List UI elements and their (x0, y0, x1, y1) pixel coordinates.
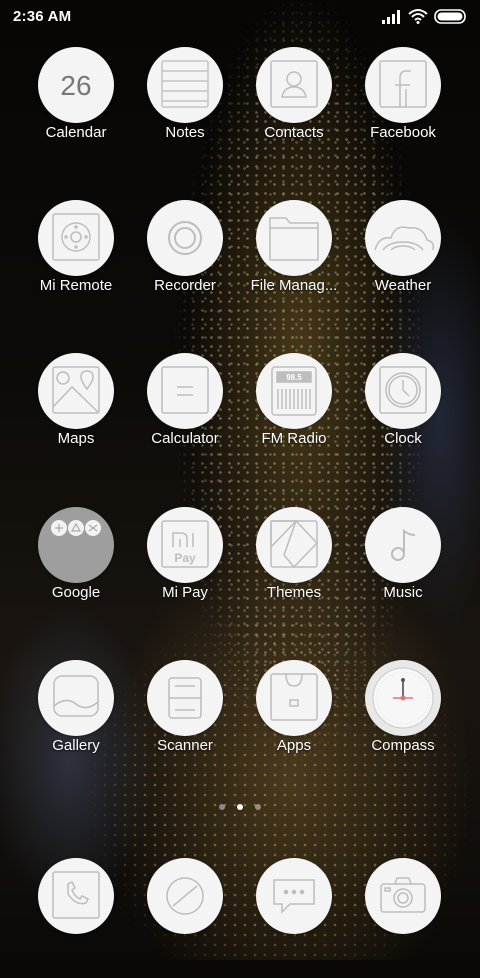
wifi-icon (408, 9, 428, 24)
app-weather[interactable]: Weather (348, 200, 458, 320)
gallery-icon (38, 660, 114, 736)
app-scanner[interactable]: Scanner (130, 660, 240, 780)
compass-icon (365, 660, 441, 736)
app-label: Google (51, 584, 101, 601)
app-label: Contacts (264, 124, 324, 141)
page-dot[interactable] (255, 804, 261, 810)
app-fm-radio[interactable]: 98.5 FM Radio (239, 353, 349, 473)
app-label: Notes (165, 124, 205, 141)
app-label: Music (383, 584, 423, 601)
app-calendar[interactable]: 26 Calendar (21, 47, 131, 167)
app-label: File Manag... (250, 277, 338, 294)
calendar-date-text: 26 (60, 70, 91, 101)
page-indicator (0, 804, 480, 810)
app-label: Mi Pay (162, 584, 208, 601)
page-dot[interactable] (219, 804, 225, 810)
app-label: Compass (371, 737, 435, 754)
app-label: Themes (266, 584, 322, 601)
app-themes[interactable]: Themes (239, 507, 349, 627)
app-google-folder[interactable]: Google (21, 507, 131, 627)
maps-icon (38, 353, 114, 429)
dock-phone[interactable] (21, 858, 131, 978)
app-compass[interactable]: Compass (348, 660, 458, 780)
app-apps-store[interactable]: Apps (239, 660, 349, 780)
app-mi-pay[interactable]: Pay Mi Pay (130, 507, 240, 627)
app-label: Apps (276, 737, 312, 754)
app-label: Facebook (370, 124, 436, 141)
clock-icon (365, 353, 441, 429)
app-label: Mi Remote (39, 277, 113, 294)
status-time: 2:36 AM (13, 8, 72, 25)
app-label: Clock (384, 430, 422, 447)
app-music[interactable]: Music (348, 507, 458, 627)
recorder-icon (147, 200, 223, 276)
app-clock[interactable]: Clock (348, 353, 458, 473)
shopping-bag-icon (256, 660, 332, 736)
app-notes[interactable]: Notes (130, 47, 240, 167)
calculator-icon (147, 353, 223, 429)
app-label: Recorder (154, 277, 216, 294)
app-label: Maps (57, 430, 95, 447)
app-label: Calendar (45, 124, 107, 141)
app-mi-remote[interactable]: Mi Remote (21, 200, 131, 320)
themes-icon (256, 507, 332, 583)
remote-icon (38, 200, 114, 276)
mi-pay-badge-text: Pay (174, 551, 196, 565)
app-gallery[interactable]: Gallery (21, 660, 131, 780)
app-facebook[interactable]: Facebook (348, 47, 458, 167)
app-recorder[interactable]: Recorder (130, 200, 240, 320)
dock-messaging[interactable] (239, 858, 349, 978)
music-note-icon (365, 507, 441, 583)
contacts-icon (256, 47, 332, 123)
dock-camera[interactable] (348, 858, 458, 978)
battery-icon (434, 9, 466, 24)
app-label: Weather (374, 277, 432, 294)
radio-frequency-text: 98.5 (286, 373, 302, 382)
facebook-icon (365, 47, 441, 123)
weather-icon (365, 200, 441, 276)
google-folder-icon (38, 507, 114, 583)
camera-icon (365, 858, 441, 934)
dock-browser[interactable] (130, 858, 240, 978)
app-label: FM Radio (261, 430, 327, 447)
app-contacts[interactable]: Contacts (239, 47, 349, 167)
page-dot-active[interactable] (237, 804, 243, 810)
messaging-icon (256, 858, 332, 934)
radio-icon: 98.5 (256, 353, 332, 429)
app-maps[interactable]: Maps (21, 353, 131, 473)
app-calculator[interactable]: Calculator (130, 353, 240, 473)
scanner-icon (147, 660, 223, 736)
app-label: Scanner (157, 737, 213, 754)
phone-icon (38, 858, 114, 934)
calendar-icon: 26 (38, 47, 114, 123)
folder-icon (256, 200, 332, 276)
app-label: Gallery (52, 737, 100, 754)
mi-pay-icon: Pay (147, 507, 223, 583)
status-bar: 2:36 AM (0, 0, 480, 34)
app-label: Calculator (151, 430, 219, 447)
cell-signal-icon (382, 10, 400, 24)
browser-icon (147, 858, 223, 934)
notes-icon (147, 47, 223, 123)
app-file-manager[interactable]: File Manag... (239, 200, 349, 320)
